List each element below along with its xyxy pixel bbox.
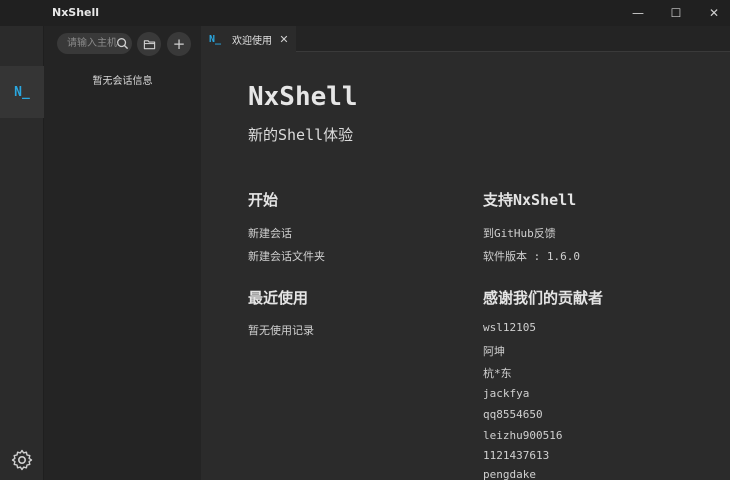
- new-session-link[interactable]: 新建会话: [248, 225, 292, 241]
- welcome-page: [201, 52, 730, 480]
- recent-empty-text: 暂无使用记录: [248, 324, 314, 337]
- contributor-item: jackfya: [483, 387, 530, 400]
- window-title: NxShell: [52, 6, 100, 19]
- contributor-item: 1121437613: [483, 449, 550, 462]
- activity-bar: N_: [0, 26, 44, 480]
- session-search[interactable]: [57, 33, 132, 54]
- close-window-button[interactable]: ✕: [696, 0, 730, 26]
- contributor-item: leizhu900516: [483, 429, 563, 442]
- support-heading: 支持NxShell: [483, 191, 577, 209]
- new-folder-link[interactable]: 新建会话文件夹: [248, 248, 325, 264]
- open-folder-button[interactable]: [137, 32, 161, 56]
- contributor-item: qq8554650: [483, 408, 543, 421]
- contributor-item: pengdake: [483, 468, 536, 480]
- contributor-item: 杭*东: [483, 367, 512, 380]
- maximize-button[interactable]: ☐: [658, 0, 694, 26]
- tab-label: 欢迎使用: [232, 35, 272, 47]
- page-subtitle: 新的Shell体验: [248, 126, 354, 144]
- folder-icon: [143, 39, 155, 49]
- github-feedback-link[interactable]: 到GitHub反馈: [483, 225, 556, 241]
- recent-heading: 最近使用: [248, 289, 309, 307]
- settings-gear-icon[interactable]: [10, 448, 34, 472]
- tab-close-icon[interactable]: ✕: [277, 32, 291, 46]
- contributor-item: wsl12105: [483, 321, 536, 334]
- terminal-tab-icon: N_: [209, 33, 222, 45]
- tab-welcome[interactable]: N_ 欢迎使用 ✕: [201, 26, 296, 52]
- add-session-button[interactable]: +: [167, 32, 191, 56]
- version-text: 软件版本 : 1.6.0: [483, 250, 580, 263]
- empty-session-text: 暂无会话信息: [92, 76, 153, 87]
- minimize-button[interactable]: —: [620, 0, 656, 26]
- search-icon[interactable]: [116, 37, 129, 50]
- terminal-nav-button[interactable]: N_: [0, 66, 44, 118]
- start-heading: 开始: [248, 191, 279, 209]
- contributor-item: 阿坤: [483, 345, 505, 358]
- search-input[interactable]: [67, 36, 117, 51]
- page-title: NxShell: [248, 82, 358, 112]
- terminal-icon: N_: [14, 84, 30, 100]
- contributors-heading: 感谢我们的贡献者: [483, 289, 604, 307]
- session-sidebar: [44, 26, 201, 480]
